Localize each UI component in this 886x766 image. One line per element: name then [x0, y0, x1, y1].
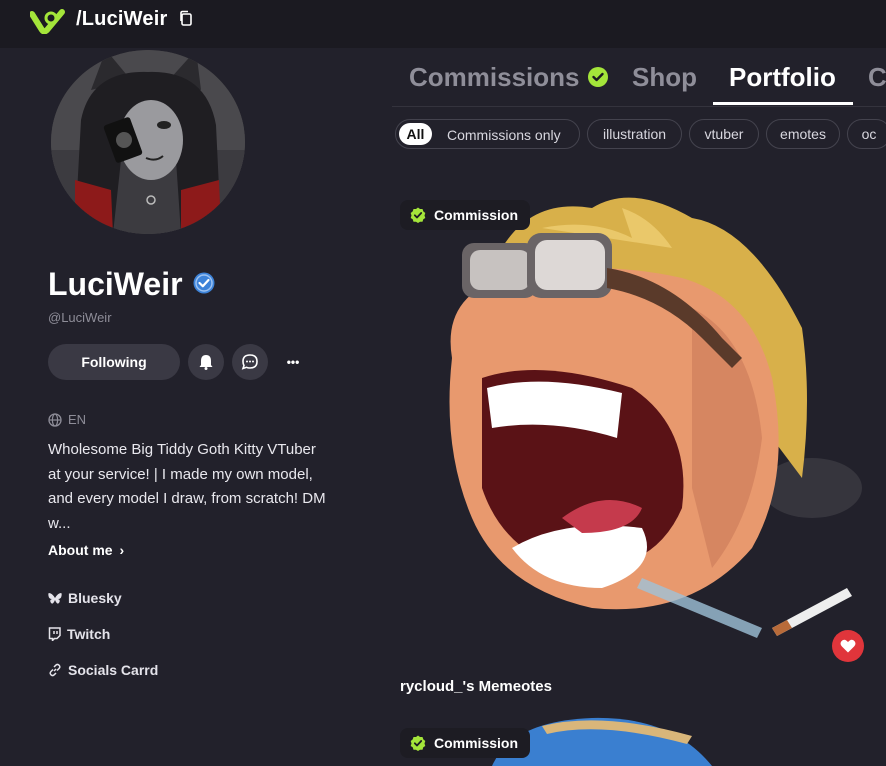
- filter-vtuber[interactable]: vtuber: [689, 119, 759, 149]
- page-handle-title: /LuciWeir: [76, 8, 168, 30]
- active-tab-indicator: [713, 102, 853, 105]
- portfolio-image[interactable]: [392, 188, 886, 666]
- following-button[interactable]: Following: [48, 344, 180, 380]
- filter-all[interactable]: All: [399, 123, 432, 145]
- chat-icon: [241, 354, 258, 370]
- notifications-button[interactable]: [188, 344, 224, 380]
- link-bluesky[interactable]: Bluesky: [48, 590, 122, 606]
- verified-icon: [193, 272, 215, 294]
- language-indicator: EN: [48, 412, 86, 427]
- like-button[interactable]: [832, 630, 864, 662]
- copy-icon[interactable]: [178, 10, 194, 26]
- check-badge-icon: [410, 207, 426, 223]
- twitch-icon: [48, 627, 61, 641]
- heart-icon: [840, 639, 856, 653]
- filter-emotes[interactable]: emotes: [766, 119, 840, 149]
- link-icon: [49, 663, 61, 677]
- avatar: [51, 50, 245, 234]
- language-label: EN: [68, 412, 87, 427]
- tab-overflow[interactable]: C: [868, 62, 886, 93]
- link-label: Twitch: [67, 626, 111, 642]
- more-options-button[interactable]: •••: [278, 348, 308, 376]
- filter-commissions-only[interactable]: Commissions only: [447, 127, 561, 143]
- globe-icon: [48, 412, 62, 427]
- about-me-link[interactable]: About me ›: [48, 542, 124, 558]
- profile-bio: Wholesome Big Tiddy Goth Kitty VTuber at…: [48, 441, 326, 532]
- badge-label: Commission: [434, 735, 519, 751]
- commission-badge: Commission: [400, 728, 531, 758]
- chevron-right-icon: ›: [119, 542, 125, 558]
- filter-illustration[interactable]: illustration: [587, 119, 682, 149]
- top-bar: /LuciWeir: [0, 0, 886, 48]
- about-me-label: About me: [48, 542, 113, 558]
- commission-badge: Commission: [400, 200, 531, 230]
- badge-label: Commission: [434, 207, 519, 223]
- bell-icon: [199, 355, 213, 370]
- portfolio-item-title[interactable]: rycloud_'s Memeotes: [400, 678, 552, 695]
- profile-handle: @LuciWeir: [48, 310, 112, 325]
- tab-label: Commissions: [409, 62, 580, 92]
- tab-portfolio[interactable]: Portfolio: [729, 62, 836, 93]
- link-label: Socials Carrd: [68, 662, 159, 678]
- check-badge-icon: [410, 735, 426, 751]
- tab-shop[interactable]: Shop: [632, 62, 697, 93]
- tab-commissions[interactable]: Commissions: [409, 62, 609, 93]
- link-socials-carrd[interactable]: Socials Carrd: [48, 662, 158, 678]
- profile-tabs: Commissions Shop Portfolio C: [392, 48, 886, 107]
- check-badge-icon: [587, 67, 608, 87]
- link-twitch[interactable]: Twitch: [48, 626, 110, 642]
- profile-name: LuciWeir: [48, 266, 183, 302]
- link-label: Bluesky: [68, 590, 122, 606]
- bluesky-icon: [48, 592, 62, 604]
- message-button[interactable]: [232, 344, 268, 380]
- logo-icon[interactable]: [30, 6, 66, 34]
- filter-oc[interactable]: oc: [847, 119, 886, 149]
